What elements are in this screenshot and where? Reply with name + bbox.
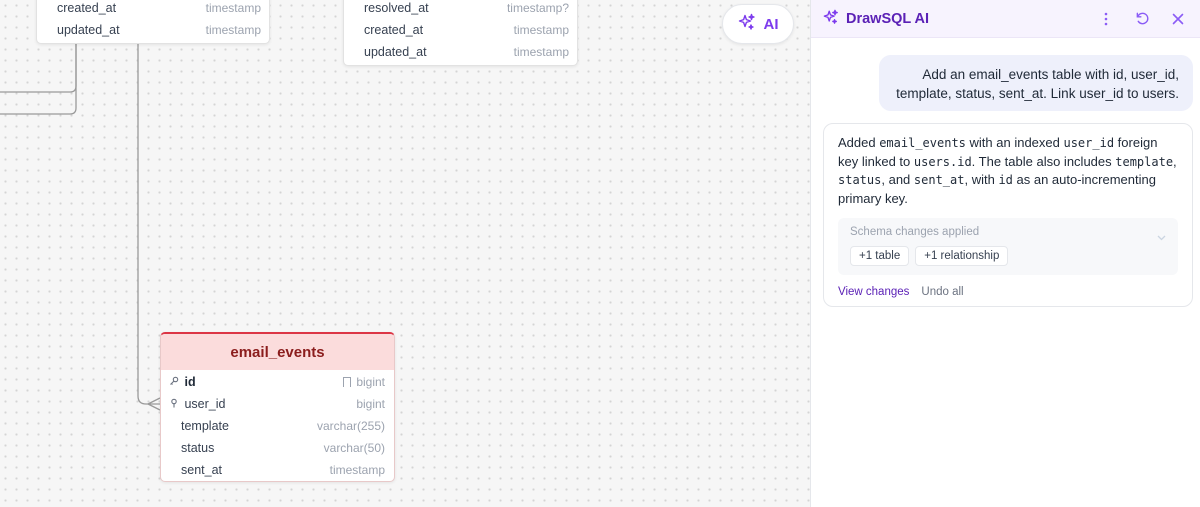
chevron-down-icon[interactable]: [1157, 228, 1166, 246]
changes-title: Schema changes applied: [850, 226, 980, 238]
column-type: timestamp: [513, 45, 569, 59]
panel-title: DrawSQL AI: [846, 10, 929, 27]
column-type: timestamp?: [506, 1, 569, 15]
text-segment: with an indexed: [965, 135, 1064, 150]
column-name: created_at: [57, 1, 117, 15]
table-row[interactable]: user_id bigint: [161, 393, 394, 415]
sparkles-icon: [738, 13, 756, 35]
more-options-icon[interactable]: [1096, 9, 1116, 29]
sparkles-icon: [823, 9, 839, 29]
text-segment: , with: [964, 172, 999, 187]
change-chip: +1 relationship: [915, 246, 1009, 266]
table-row[interactable]: template varchar(255): [161, 415, 394, 437]
column-type: bigint: [356, 397, 385, 411]
text-segment: . The table also includes: [971, 153, 1116, 169]
column-type: timestamp: [205, 1, 261, 15]
schema-changes-box[interactable]: Schema changes applied +1 table +1 relat…: [838, 218, 1178, 275]
column-name: status: [181, 441, 215, 455]
tickets-table-card[interactable]: resolved_at timestamp? created_at timest…: [343, 0, 578, 66]
column-type: timestamp: [513, 23, 569, 37]
code-token: template: [1115, 154, 1174, 169]
table-row[interactable]: status varchar(50): [161, 437, 394, 459]
ai-button-label: AI: [763, 15, 779, 33]
code-token: status: [838, 173, 882, 187]
code-token: id: [998, 173, 1013, 187]
column-type: timestamp: [329, 463, 385, 477]
table-row[interactable]: created_at timestamp: [37, 0, 269, 19]
view-changes-link[interactable]: View changes: [838, 286, 909, 298]
column-type: varchar(255): [316, 419, 385, 433]
column-name: updated_at: [364, 45, 427, 59]
code-token: users.id: [913, 154, 972, 169]
column-name: id: [184, 375, 196, 389]
code-token: email_events: [879, 136, 966, 150]
table-row[interactable]: updated_at timestamp: [37, 19, 269, 41]
index-icon: [343, 377, 352, 387]
user-message-bubble: Add an email_events table with id, user_…: [879, 55, 1193, 111]
code-token: user_id: [1063, 136, 1115, 150]
email-events-table-card[interactable]: email_events id bigint user_id bigint te…: [160, 332, 395, 482]
reset-conversation-icon[interactable]: [1132, 9, 1152, 29]
panel-header: DrawSQL AI: [811, 0, 1200, 38]
column-name: resolved_at: [364, 1, 429, 15]
key-icon: [169, 376, 181, 389]
column-type: varchar(50): [323, 441, 385, 455]
ai-response-text: Added email_events with an indexed user_…: [838, 134, 1178, 208]
relationship-lines: [0, 40, 161, 411]
column-name: updated_at: [57, 23, 120, 37]
column-name: sent_at: [181, 463, 223, 477]
change-chip: +1 table: [850, 246, 910, 266]
table-title[interactable]: email_events: [161, 334, 394, 370]
user-message-text: Add an email_events table with id, user_…: [896, 67, 1179, 101]
users-table-card[interactable]: created_at timestamp updated_at timestam…: [36, 0, 270, 44]
column-type: timestamp: [205, 23, 261, 37]
diagram-canvas[interactable]: created_at timestamp updated_at timestam…: [0, 0, 810, 507]
text-segment: ,: [1173, 153, 1177, 169]
table-row[interactable]: sent_at timestamp: [161, 459, 394, 481]
column-name: template: [181, 419, 229, 433]
ai-side-panel: DrawSQL AI Add an email_events table wit…: [810, 0, 1200, 507]
column-name: user_id: [184, 397, 226, 411]
text-segment: , and: [881, 172, 914, 187]
ai-response-card: Added email_events with an indexed user_…: [823, 123, 1193, 307]
close-icon[interactable]: [1168, 9, 1188, 29]
table-row[interactable]: id bigint: [161, 371, 394, 393]
column-name: created_at: [364, 23, 424, 37]
code-token: sent_at: [913, 173, 965, 187]
table-row[interactable]: updated_at timestamp: [344, 41, 577, 63]
table-row[interactable]: resolved_at timestamp?: [344, 0, 577, 19]
undo-all-link[interactable]: Undo all: [921, 286, 963, 298]
table-row[interactable]: created_at timestamp: [344, 19, 577, 41]
column-type: bigint: [356, 375, 385, 389]
foreign-key-icon: [169, 398, 181, 411]
text-segment: Added: [838, 135, 880, 150]
ai-toggle-button[interactable]: AI: [722, 4, 794, 44]
